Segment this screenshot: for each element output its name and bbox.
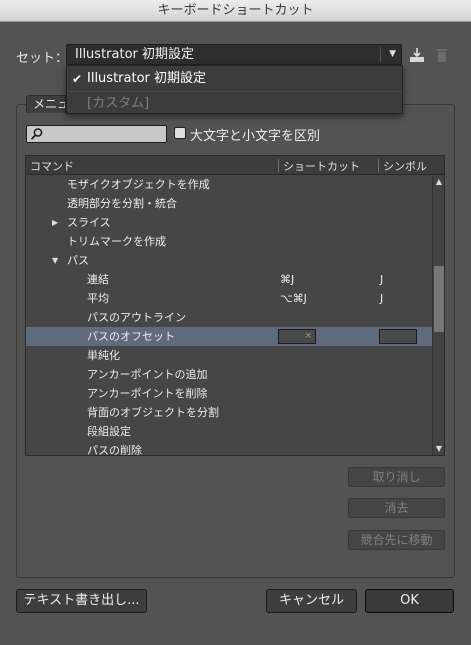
goto-conflict-button[interactable]: 競合先に移動 [348, 530, 445, 550]
table-row[interactable]: パスのアウトライン [26, 308, 432, 327]
select-divider [380, 47, 381, 62]
case-sensitive-checkbox[interactable] [174, 127, 186, 139]
set-select-value: Illustrator 初期設定 [75, 47, 195, 62]
export-text-button[interactable]: テキスト書き出し... [16, 589, 147, 613]
chevron-down-icon: ▼ [389, 49, 396, 59]
shortcut-value[interactable]: ⌘J [280, 270, 294, 289]
set-dropdown-menu: ✔ Illustrator 初期設定 [カスタム] [66, 65, 403, 114]
command-name: パスの削除 [87, 444, 142, 456]
checkmark-icon: ✔ [72, 72, 83, 86]
command-name: アンカーポイントを削除 [87, 387, 208, 400]
symbol-value[interactable]: J [380, 270, 383, 289]
case-sensitive-label: 大文字と小文字を区別 [190, 129, 321, 144]
clear-shortcut-icon[interactable]: × [304, 331, 312, 341]
set-option-label: [カスタム] [87, 96, 150, 111]
set-option-default[interactable]: ✔ Illustrator 初期設定 [67, 68, 402, 90]
command-name: 単純化 [87, 349, 120, 362]
shortcut-edit-field[interactable]: × [278, 329, 316, 344]
table-row[interactable]: アンカーポイントを削除 [26, 384, 432, 403]
scroll-thumb[interactable] [434, 266, 444, 332]
ok-button[interactable]: OK [365, 589, 454, 613]
column-header-command: コマンド [30, 160, 74, 173]
set-label: セット： [16, 51, 69, 66]
set-select[interactable]: Illustrator 初期設定 ▼ [66, 44, 402, 65]
table-row[interactable]: パスの削除 [26, 441, 432, 456]
clear-button[interactable]: 消去 [348, 498, 445, 518]
table-row-selected[interactable]: パスのオフセット × [26, 327, 432, 346]
command-name: 連結 [87, 273, 109, 286]
table-row[interactable]: 背面のオブジェクトを分割 [26, 403, 432, 422]
collapse-triangle-icon[interactable]: ▼ [52, 251, 58, 270]
scroll-up-icon[interactable]: ▲ [433, 176, 444, 188]
save-set-icon[interactable] [408, 46, 426, 64]
table-row[interactable]: 単純化 [26, 346, 432, 365]
command-name: パス [67, 254, 89, 267]
table-row[interactable]: トリムマークを作成 [26, 232, 432, 251]
shortcut-value[interactable]: ⌥⌘J [280, 289, 307, 308]
command-name: トリムマークを作成 [67, 235, 166, 248]
table-row[interactable]: 平均 ⌥⌘J J [26, 289, 432, 308]
table-row[interactable]: ▼ パス [26, 251, 432, 270]
search-input[interactable] [26, 125, 167, 143]
symbol-edit-field[interactable] [379, 329, 417, 344]
column-divider [378, 159, 379, 172]
command-name: 平均 [87, 292, 109, 305]
scroll-down-icon[interactable]: ▼ [433, 443, 444, 455]
window-title: キーボードショートカット [0, 0, 471, 22]
search-icon [30, 127, 44, 141]
table-row[interactable]: アンカーポイントの追加 [26, 365, 432, 384]
command-name: モザイクオブジェクトを作成 [67, 178, 210, 191]
table-row[interactable]: ▶ スライス [26, 213, 432, 232]
command-name: パスのオフセット [87, 330, 175, 343]
trash-icon[interactable] [433, 46, 451, 64]
shortcut-table: コマンド ショートカット シンボル モザイクオブジェクトを作成 透明部分を分割・… [25, 155, 445, 456]
table-row[interactable]: 連結 ⌘J J [26, 270, 432, 289]
column-divider [278, 159, 279, 172]
command-name: アンカーポイントの追加 [87, 368, 208, 381]
menu-separator [67, 91, 402, 92]
cancel-button[interactable]: キャンセル [266, 589, 357, 613]
command-name: スライス [67, 216, 111, 229]
table-row[interactable]: 段組設定 [26, 422, 432, 441]
set-option-label: Illustrator 初期設定 [87, 71, 207, 86]
undo-button[interactable]: 取り消し [348, 467, 445, 487]
command-name: パスのアウトライン [87, 311, 186, 324]
command-name: 透明部分を分割・統合 [67, 197, 177, 210]
command-name: 背面のオブジェクトを分割 [87, 406, 219, 419]
column-header-symbol: シンボル [383, 160, 427, 173]
expand-triangle-icon[interactable]: ▶ [52, 213, 58, 232]
vertical-scrollbar[interactable]: ▲ ▼ [432, 175, 444, 455]
symbol-value[interactable]: J [380, 289, 383, 308]
table-rows: モザイクオブジェクトを作成 透明部分を分割・統合 ▶ スライス トリムマークを作… [26, 175, 432, 456]
table-row[interactable]: モザイクオブジェクトを作成 [26, 175, 432, 194]
column-header-shortcut: ショートカット [283, 160, 360, 173]
table-row[interactable]: 透明部分を分割・統合 [26, 194, 432, 213]
command-name: 段組設定 [87, 425, 131, 438]
set-option-custom: [カスタム] [67, 93, 402, 115]
table-header: コマンド ショートカット シンボル [26, 156, 444, 175]
tab-menu-commands[interactable]: メニューコマンド [26, 95, 66, 113]
